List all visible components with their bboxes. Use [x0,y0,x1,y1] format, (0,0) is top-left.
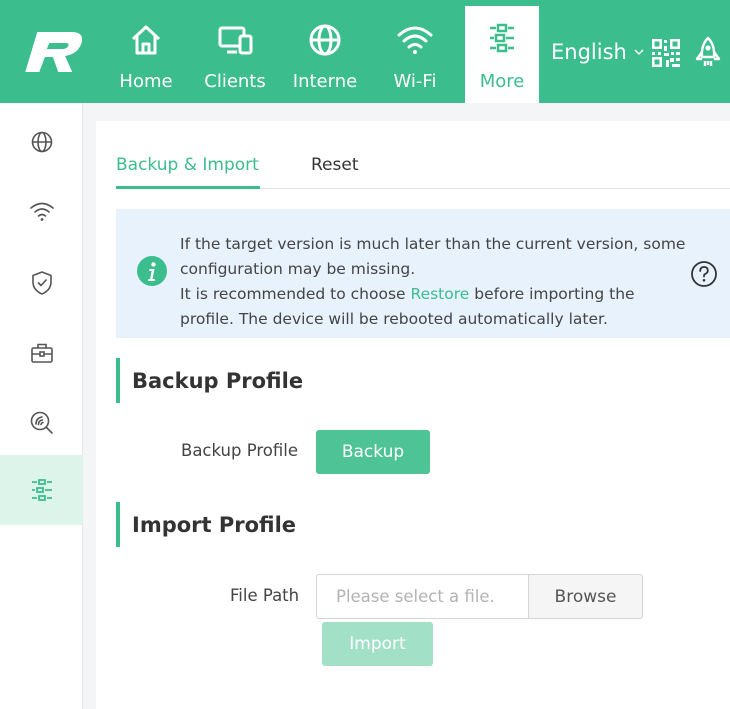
notice-line: If the target version is much later than… [180,235,686,253]
sidebar-item-diagnostics[interactable] [0,388,83,458]
language-selector[interactable]: English [551,40,645,64]
notice-line: It is recommended to choose Restore befo… [180,282,690,307]
browse-button[interactable]: Browse [528,574,643,619]
sidebar-item-wireless[interactable] [0,176,83,246]
brand-logo [25,32,82,72]
nav-internet-label: Interne [292,71,358,92]
section-accent-bar [116,502,120,547]
top-navigation-bar: Home Clients Interne Wi-Fi More English [0,0,730,103]
qr-code-icon[interactable] [651,38,681,68]
help-icon[interactable] [690,260,718,288]
globe-icon [31,131,52,153]
import-button[interactable]: Import [322,622,433,666]
backup-button[interactable]: Backup [316,430,430,474]
sidebar-item-network[interactable] [0,107,83,177]
sidebar-item-security[interactable] [0,248,83,318]
nav-home-label: Home [119,71,173,92]
notice-line: configuration may be missing. [180,260,416,278]
settings-sliders-icon [31,479,52,501]
import-section-title: Import Profile [132,513,297,537]
file-path-input[interactable]: Please select a file. [316,574,529,619]
nav-more[interactable]: More [465,6,539,103]
rocket-icon[interactable] [695,36,721,68]
nav-clients[interactable]: Clients [193,0,277,103]
sidebar-item-system[interactable] [0,455,83,525]
file-path-label: File Path [230,586,300,605]
tab-backup-import[interactable]: Backup & Import [116,155,259,175]
nav-wifi[interactable]: Wi-Fi [373,0,457,103]
restore-link[interactable]: Restore [411,285,470,303]
backup-profile-label: Backup Profile [181,441,299,460]
chevron-down-icon [634,49,644,56]
devices-icon [218,26,253,55]
notice-text: If the target version is much later than… [180,232,690,332]
notice-line-prefix: It is recommended to choose [180,285,411,303]
diagnostics-icon [30,411,53,434]
nav-more-label: More [479,71,525,92]
active-tab-indicator [116,186,260,189]
tab-reset[interactable]: Reset [311,155,359,175]
section-accent-bar [116,358,120,403]
nav-clients-label: Clients [204,71,266,92]
toolbox-icon [30,343,53,363]
nav-wifi-label: Wi-Fi [393,71,437,92]
sidebar [0,103,83,709]
settings-sliders-icon [490,23,514,53]
nav-home[interactable]: Home [104,0,188,103]
backup-section-title: Backup Profile [132,369,304,393]
home-icon [131,25,161,55]
language-label: English [551,40,627,64]
nav-internet[interactable]: Interne [283,0,367,103]
sidebar-item-advanced[interactable] [0,318,83,388]
wifi-icon [397,26,433,54]
notice-line-suffix: before importing the [469,285,635,303]
info-icon [137,256,167,286]
shield-check-icon [31,271,52,295]
wifi-icon [29,202,54,221]
notice-line: profile. The device will be rebooted aut… [180,310,608,328]
globe-icon [309,24,341,56]
